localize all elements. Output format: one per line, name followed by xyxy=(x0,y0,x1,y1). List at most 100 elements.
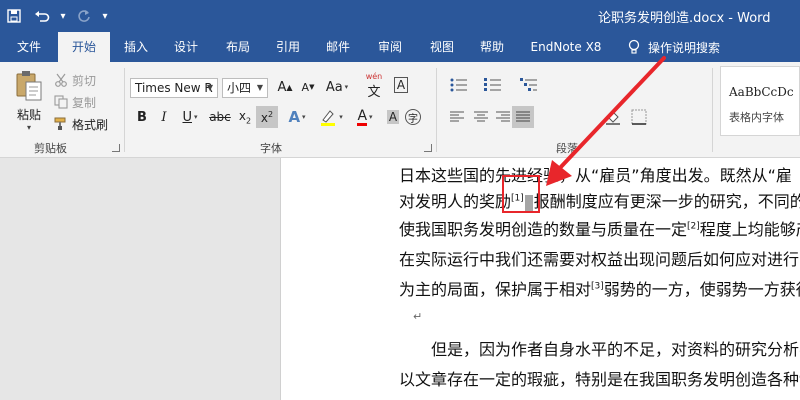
tab-review[interactable]: 审阅 xyxy=(368,32,412,62)
paintbrush-icon xyxy=(54,117,66,130)
superscript-button[interactable]: x2 xyxy=(256,106,278,128)
superscript-icon: x2 xyxy=(260,109,274,125)
save-icon xyxy=(7,9,21,23)
font-name-combo[interactable]: Times New R ▼ xyxy=(130,78,218,98)
footnote-reference[interactable]: [2] xyxy=(687,222,700,232)
character-shading-button[interactable]: A xyxy=(384,106,402,128)
cut-button[interactable]: 剪切 xyxy=(54,70,96,90)
save-button[interactable] xyxy=(0,0,28,32)
tab-view[interactable]: 视图 xyxy=(420,32,464,62)
style-preview-text: AaBbCcDc xyxy=(729,85,794,99)
bullet-list-icon xyxy=(450,78,467,92)
text-run: 报酬制度应有更深一步的研究，不同的 xyxy=(533,192,800,211)
style-name-label: 表格内字体 xyxy=(729,111,784,124)
enclose-characters-button[interactable]: 字 xyxy=(402,106,424,128)
group-divider xyxy=(712,68,713,152)
grow-font-icon: A xyxy=(277,79,287,95)
borders-button[interactable] xyxy=(628,106,650,128)
tab-references[interactable]: 引用 xyxy=(266,32,310,62)
undo-icon xyxy=(35,11,50,22)
tab-home[interactable]: 开始 xyxy=(58,32,110,62)
format-painter-button[interactable]: 格式刷 xyxy=(54,114,108,134)
tab-endnote[interactable]: EndNote X8 xyxy=(524,32,608,62)
paste-dropdown-icon: ▾ xyxy=(26,123,31,132)
bold-icon: B xyxy=(137,109,147,125)
paste-icon xyxy=(15,70,43,102)
redo-button[interactable] xyxy=(70,0,98,32)
shrink-font-button[interactable]: A ▼ xyxy=(298,76,318,98)
text-effects-icon: A xyxy=(288,108,301,126)
character-border-icon: A xyxy=(393,77,409,93)
document-line[interactable]: 使我国职务发明创造的数量与质量在一定[2]程度上均能够产 xyxy=(399,216,800,240)
character-border-button[interactable]: A xyxy=(390,74,412,96)
tab-file[interactable]: 文件 xyxy=(4,32,54,62)
document-line[interactable]: 对发明人的奖励[1] 报酬制度应有更深一步的研究，不同的 xyxy=(399,188,800,212)
bold-button[interactable]: B xyxy=(132,106,152,128)
grow-font-button[interactable]: A ▲ xyxy=(274,76,296,98)
tab-help[interactable]: 帮助 xyxy=(470,32,514,62)
underline-icon: U xyxy=(182,109,192,125)
tab-insert[interactable]: 插入 xyxy=(114,32,158,62)
paint-bucket-icon xyxy=(606,111,620,125)
align-left-button[interactable] xyxy=(446,106,468,128)
group-divider xyxy=(436,68,437,152)
numbering-button[interactable] xyxy=(478,74,508,96)
highlight-box xyxy=(502,175,540,213)
text-effects-button[interactable]: A ▾ xyxy=(286,106,308,128)
align-center-button[interactable] xyxy=(470,106,492,128)
cut-label: 剪切 xyxy=(72,73,97,88)
font-color-button[interactable]: A ▾ xyxy=(350,106,380,128)
document-line[interactable]: 日本这些国的先进经验，从“雇员”角度出发。既然从“雇 xyxy=(399,162,792,186)
font-color-icon: A xyxy=(357,107,368,126)
ribbon-home: 粘贴 ▾ 剪切 复制 格式刷 剪贴板 Times New R ▼ 小四 ▼ A ▲… xyxy=(0,62,800,158)
enclose-characters-icon: 字 xyxy=(405,109,421,125)
tab-layout[interactable]: 布局 xyxy=(216,32,260,62)
text-run: 为主的局面，保护属于相对 xyxy=(399,280,592,299)
tab-design[interactable]: 设计 xyxy=(164,32,208,62)
font-name-value: Times New R xyxy=(135,81,213,95)
document-line[interactable]: 为主的局面，保护属于相对[3]弱势的一方，使弱势一方获得 xyxy=(399,276,800,300)
justify-icon xyxy=(516,111,530,122)
document-line[interactable]: 以文章存在一定的瑕疵，特别是在我国职务发明创造各种制 xyxy=(399,366,800,390)
lightbulb-icon xyxy=(628,39,640,55)
group-divider xyxy=(124,68,125,152)
bullets-button[interactable] xyxy=(444,74,474,96)
customize-qat-icon[interactable]: ▾ xyxy=(98,11,112,22)
footnote-reference[interactable]: [3] xyxy=(591,282,604,292)
phonetic-guide-button[interactable]: wén 文 xyxy=(360,72,388,100)
font-launcher-icon[interactable] xyxy=(424,144,432,152)
justify-button[interactable] xyxy=(512,106,534,128)
undo-button[interactable] xyxy=(28,0,56,32)
clipboard-launcher-icon[interactable] xyxy=(112,144,120,152)
tell-me-search[interactable]: 操作说明搜索 xyxy=(628,32,720,62)
document-line[interactable]: 但是，因为作者自身水平的不足，对资料的研究分析不 xyxy=(431,336,800,360)
shrink-font-icon: A xyxy=(301,80,310,94)
undo-dropdown-icon[interactable]: ▾ xyxy=(56,11,70,22)
subscript-button[interactable]: x2 xyxy=(234,106,256,128)
change-case-button[interactable]: Aa ▾ xyxy=(322,76,352,98)
title-bar: ▾ ▾ 论职务发明创造.docx - Word xyxy=(0,0,800,32)
font-group-label: 字体 xyxy=(260,142,282,155)
document-page[interactable]: 日本这些国的先进经验，从“雇员”角度出发。既然从“雇 对发明人的奖励[1] 报酬制… xyxy=(280,158,800,400)
text-run: 使我国职务发明创造的数量与质量在一定 xyxy=(399,220,688,239)
tab-mailings[interactable]: 邮件 xyxy=(316,32,360,62)
align-right-icon xyxy=(496,111,510,122)
highlight-color-button[interactable]: ▾ xyxy=(316,106,346,128)
align-left-icon xyxy=(450,111,464,122)
paste-button[interactable]: 粘贴 ▾ xyxy=(10,68,48,136)
text-run: 对发明人的奖励 xyxy=(399,192,512,211)
align-right-button[interactable] xyxy=(492,106,514,128)
chevron-down-icon: ▼ xyxy=(206,83,214,92)
italic-icon: I xyxy=(161,109,167,125)
style-normal-table[interactable]: AaBbCcDc 表格内字体 xyxy=(720,66,800,136)
italic-button[interactable]: I xyxy=(154,106,174,128)
window-title: 论职务发明创造.docx - Word xyxy=(598,11,771,26)
shading-button[interactable] xyxy=(602,106,624,128)
tell-me-label: 操作说明搜索 xyxy=(648,40,721,55)
font-size-combo[interactable]: 小四 ▼ xyxy=(222,78,268,98)
copy-button[interactable]: 复制 xyxy=(54,92,96,112)
strikethrough-button[interactable]: abc xyxy=(208,106,232,128)
document-line[interactable]: 在实际运行中我们还需要对权益出现问题后如何应对进行 xyxy=(399,246,799,270)
multilevel-list-button[interactable] xyxy=(514,74,544,96)
underline-button[interactable]: U ▾ xyxy=(176,106,204,128)
